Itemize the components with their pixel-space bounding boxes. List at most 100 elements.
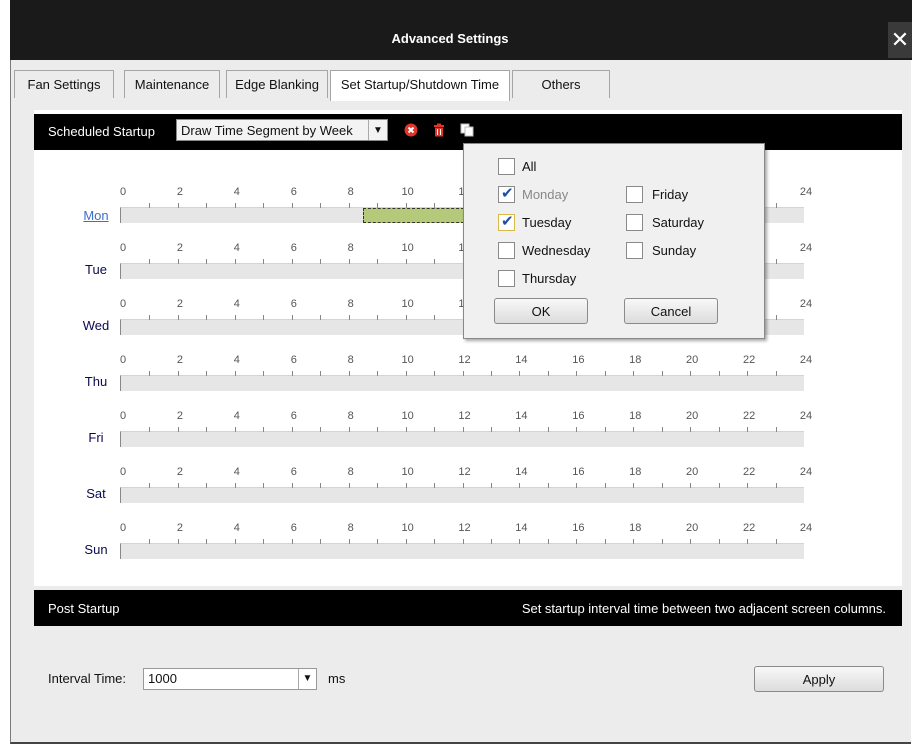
ok-button[interactable]: OK [494,298,588,324]
post-startup-hint: Set startup interval time between two ad… [521,601,886,616]
hour-marker [320,483,322,488]
hour-tick-label: 20 [686,522,699,534]
hour-tick-label: 24 [799,466,813,478]
hour-tick-label: 24 [799,410,813,422]
hour-marker [149,427,151,432]
hour-marker [377,315,379,320]
copy-icon[interactable] [460,123,474,137]
draw-mode-select[interactable]: Draw Time Segment by Week ▼ [176,119,388,141]
hour-ticks: 024681012141618202224 [120,410,812,426]
tab-edge-blanking[interactable]: Edge Blanking [226,70,328,98]
hour-marker [462,371,464,376]
hour-marker [604,539,606,544]
hour-tick-label: 10 [401,410,414,422]
sunday-label: Sunday [652,243,697,258]
hour-tick-label: 22 [742,466,756,478]
hour-marker [747,371,749,376]
thursday-label: Thursday [522,271,577,286]
hour-marker [291,539,293,544]
wednesday-checkbox[interactable] [498,242,515,259]
hour-marker [263,203,265,208]
hour-marker [348,483,350,488]
hour-tick-label: 20 [686,410,699,422]
tab-others[interactable]: Others [512,70,610,98]
tab-set-startup-shutdown-time[interactable]: Set Startup/Shutdown Time [330,70,510,101]
hour-tick-label: 12 [458,410,471,422]
time-bar[interactable] [120,539,804,559]
hour-marker [775,371,777,376]
hour-marker [320,371,322,376]
hour-marker [690,371,692,376]
schedule-row-sat: Sat 0 2 4 6 8 10 12 14 16 18 20 22 24 [34,436,902,503]
hour-tick-label: 6 [290,242,297,254]
apply-button[interactable]: Apply [754,666,884,692]
hour-marker [320,539,322,544]
wednesday-label: Wednesday [522,243,591,258]
hour-marker [149,203,151,208]
hour-marker [434,259,436,264]
hour-marker [405,539,407,544]
all-checkbox[interactable] [498,158,515,175]
hour-marker [661,427,663,432]
hour-tick-label: 16 [572,522,585,534]
hour-marker [291,483,293,488]
hour-marker [690,427,692,432]
hour-marker [377,371,379,376]
chevron-down-icon[interactable]: ▼ [298,669,316,689]
hour-tick-label: 12 [458,466,471,478]
hour-marker [547,483,549,488]
hour-marker [149,483,151,488]
day-label-sun[interactable]: Sun [80,542,112,557]
friday-checkbox[interactable] [626,186,643,203]
hour-marker [462,427,464,432]
hour-marker [519,539,521,544]
hour-marker [348,371,350,376]
hour-tick-label: 8 [347,410,354,422]
hour-marker [576,371,578,376]
sunday-checkbox[interactable] [626,242,643,259]
hour-marker [234,371,236,376]
hour-tick-label: 14 [515,410,528,422]
hour-marker [377,427,379,432]
hour-marker [348,539,350,544]
trash-icon[interactable] [432,123,446,137]
chevron-down-icon[interactable]: ▼ [368,120,387,140]
tab-fan-settings[interactable]: Fan Settings [14,70,114,98]
hour-marker [405,259,407,264]
hour-marker [291,315,293,320]
hour-marker [519,483,521,488]
scheduled-startup-label: Scheduled Startup [48,124,155,139]
saturday-checkbox[interactable] [626,214,643,231]
hour-tick-label: 8 [347,242,354,254]
hour-tick-label: 18 [629,522,642,534]
delete-circle-icon[interactable] [404,123,418,137]
close-button[interactable]: ✕ [888,22,912,58]
cancel-button[interactable]: Cancel [624,298,718,324]
hour-marker [206,371,208,376]
hour-tick-label: 6 [290,410,297,422]
hour-marker [462,483,464,488]
hour-marker [206,259,208,264]
hour-tick-label: 8 [347,298,354,310]
hour-tick-label: 10 [401,522,414,534]
interval-time-select[interactable]: 1000 ▼ [143,668,317,690]
hour-marker [462,539,464,544]
tab-maintenance[interactable]: Maintenance [124,70,220,98]
hour-tick-label: 24 [799,354,813,366]
hour-tick-label: 22 [742,522,756,534]
hour-marker [718,427,720,432]
hour-marker [263,259,265,264]
hour-tick-label: 18 [629,466,642,478]
hour-marker [576,427,578,432]
checkmark-icon: ✔ [501,213,514,230]
hour-marker [547,539,549,544]
tuesday-checkbox[interactable]: ✔ [498,213,515,231]
interval-time-value: 1000 [148,671,177,686]
saturday-label: Saturday [652,215,705,230]
post-startup-bar: Post Startup Set startup interval time b… [34,590,902,626]
hour-marker [775,539,777,544]
thursday-checkbox[interactable] [498,270,515,287]
hour-tick-label: 14 [515,354,528,366]
hour-marker [690,539,692,544]
hour-marker [633,539,635,544]
